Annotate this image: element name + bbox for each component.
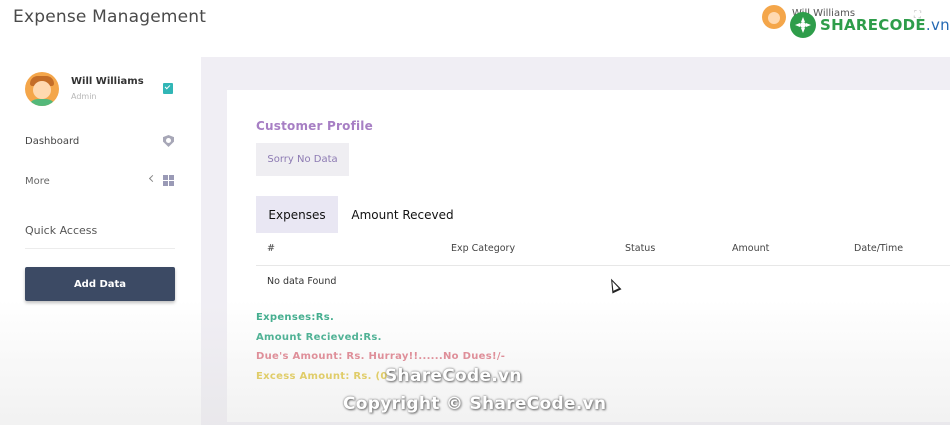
- sharecode-logo-icon: [790, 12, 816, 38]
- customer-profile-title: Customer Profile: [256, 119, 373, 133]
- shield-icon: [163, 135, 174, 147]
- sidebar-user-role: Admin: [71, 92, 97, 101]
- sharecode-logo: SHARECODE.vn: [790, 12, 950, 38]
- watermark-line-2: Copyright © ShareCode.vn: [343, 394, 607, 414]
- header-avatar[interactable]: [762, 5, 786, 29]
- sidebar-item-dashboard[interactable]: Dashboard: [25, 131, 175, 151]
- chevron-left-icon: [148, 174, 157, 183]
- sidebar-profile: Will Williams Admin: [25, 72, 175, 108]
- logo-text-main: SHARECODE: [820, 16, 926, 34]
- no-data-text: Sorry No Data: [267, 154, 338, 165]
- summary-due-amount: Due's Amount: Rs. Hurray!!......No Dues!…: [256, 351, 506, 362]
- sidebar-user-name: Will Williams: [71, 76, 144, 87]
- column-header-category: Exp Category: [451, 243, 516, 254]
- verified-badge-icon: [163, 83, 173, 94]
- table-header-divider: [256, 265, 950, 266]
- avatar: [25, 72, 59, 106]
- table-empty-message: No data Found: [267, 276, 337, 287]
- summary-amount-received: Amount Recieved:Rs.: [256, 332, 382, 343]
- divider: [25, 248, 175, 249]
- column-header-amount: Amount: [732, 243, 770, 254]
- summary-excess-amount: Excess Amount: Rs. (0: [256, 371, 388, 382]
- column-header-number: #: [267, 243, 275, 254]
- column-header-datetime: Date/Time: [854, 243, 904, 254]
- sidebar-item-label: Dashboard: [25, 135, 80, 147]
- sidebar-item-more[interactable]: More: [25, 171, 175, 191]
- app-title: Expense Management: [13, 7, 207, 27]
- watermark-line-1: ShareCode.vn: [385, 366, 522, 386]
- logo-text-suffix: .vn: [925, 16, 950, 34]
- quick-access-heading: Quick Access: [25, 224, 98, 237]
- sharecode-logo-text: SHARECODE.vn: [820, 16, 950, 34]
- column-header-status: Status: [625, 243, 656, 254]
- top-bar: Expense Management Will Williams ⛶ SHARE…: [0, 0, 950, 40]
- sidebar-item-label: More: [25, 175, 50, 187]
- sidebar: Will Williams Admin Dashboard More Quick…: [0, 40, 201, 425]
- customer-profile-empty: Sorry No Data: [256, 143, 349, 176]
- tab-amount-received[interactable]: Amount Receved: [345, 196, 460, 233]
- summary-expenses: Expenses:Rs.: [256, 312, 335, 323]
- tab-expenses[interactable]: Expenses: [256, 196, 338, 233]
- grid-icon: [163, 175, 174, 186]
- add-data-button[interactable]: Add Data: [25, 267, 175, 301]
